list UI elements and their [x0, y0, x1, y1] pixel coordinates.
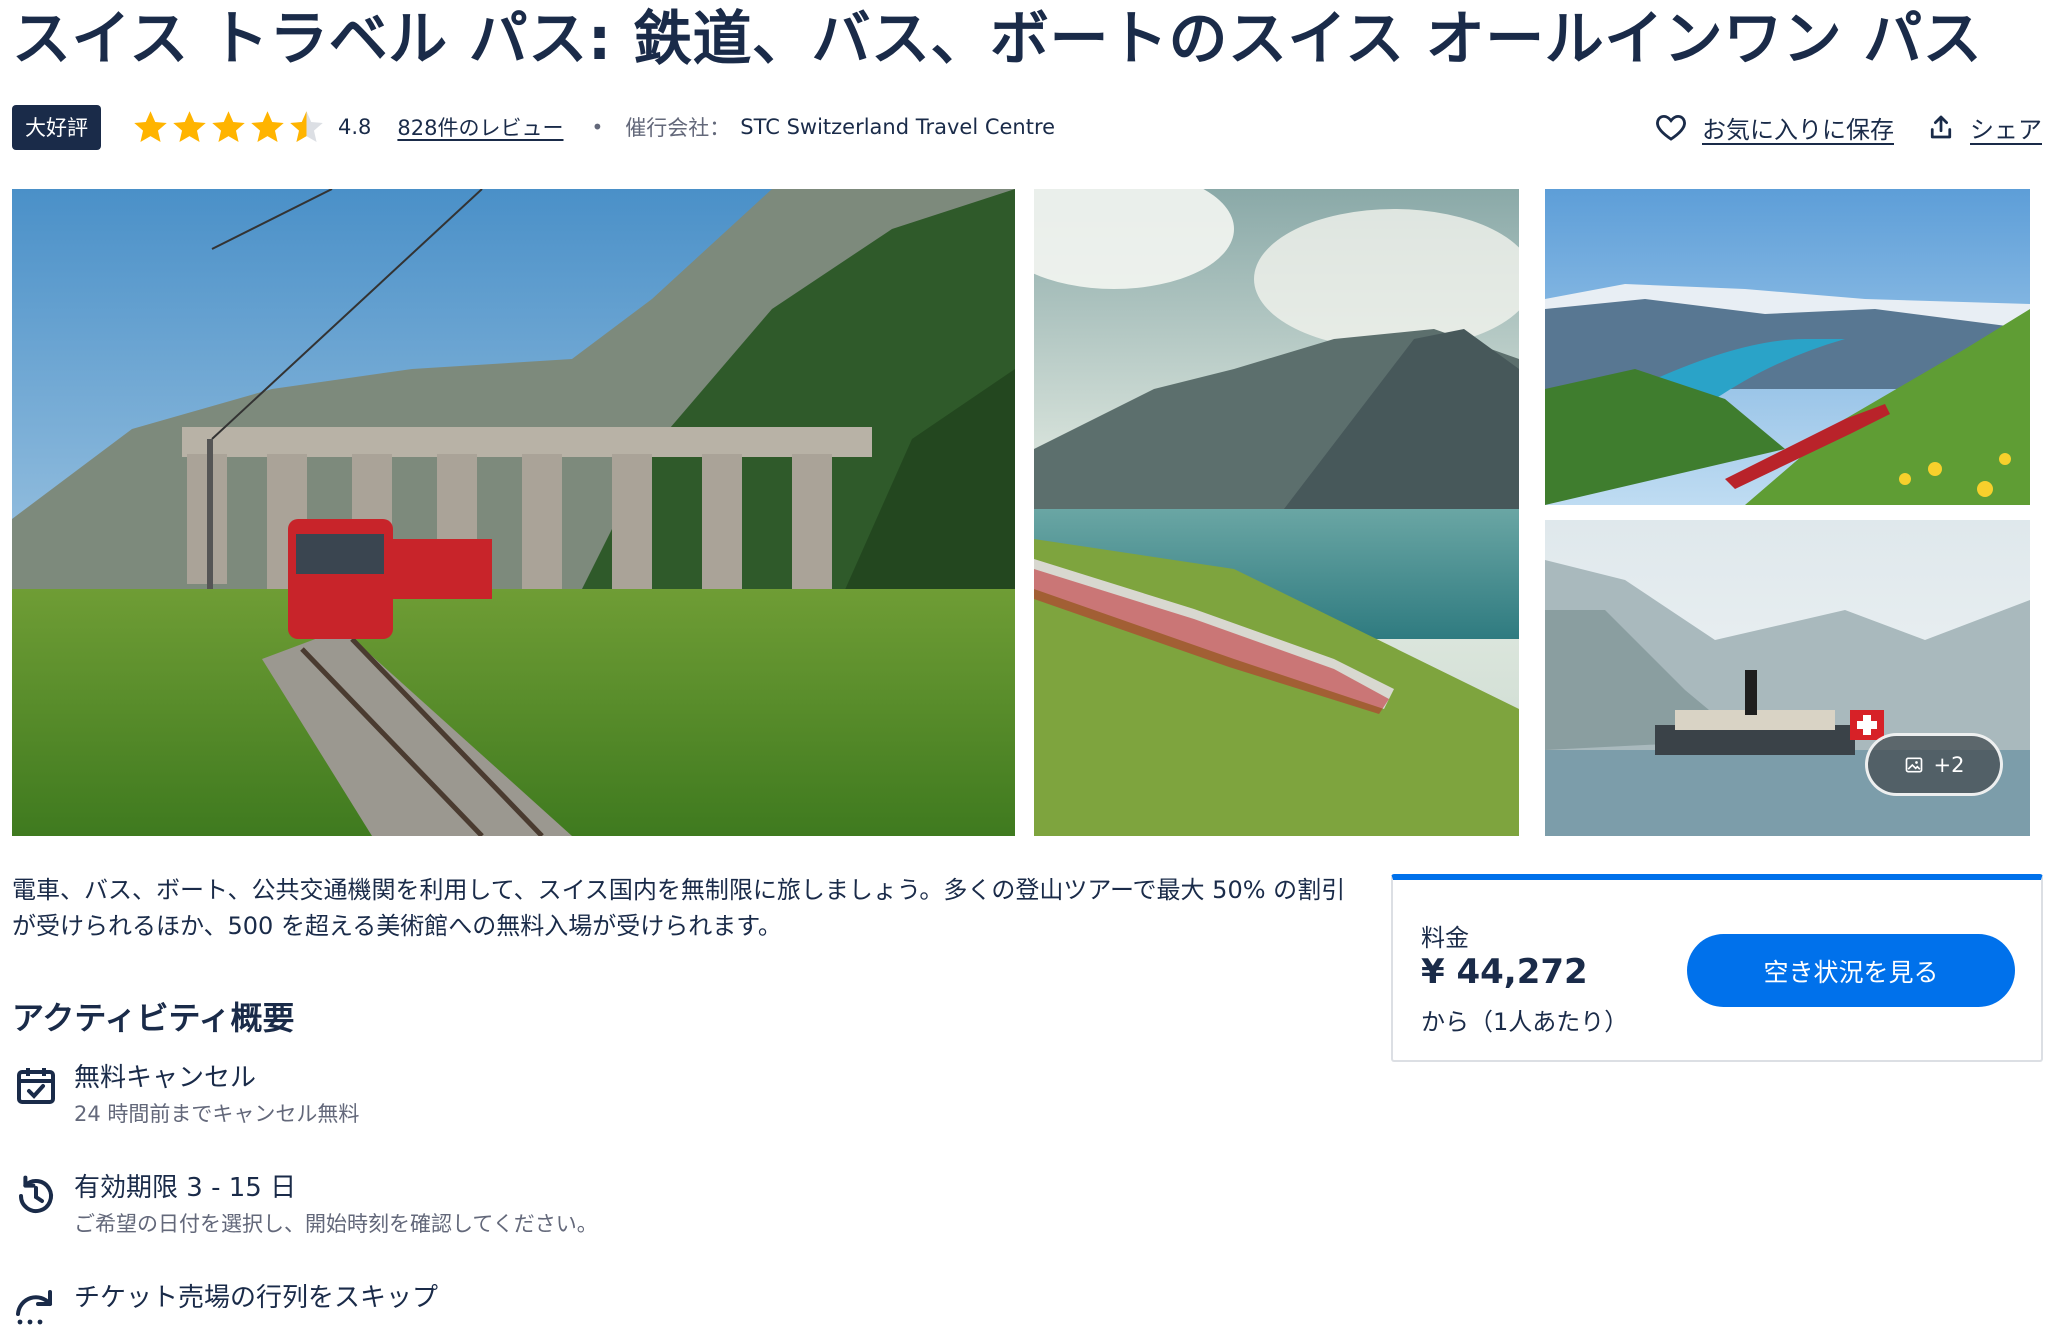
rating-stars	[131, 108, 326, 147]
price-per-person: から（1人あたり）	[1421, 1008, 1629, 1036]
popular-badge: 大好評	[12, 104, 101, 150]
feature-title: 有効期限 3 - 15 日	[74, 1173, 297, 1203]
meta-row: 大好評 4.8 828件のレビュー • 催行会社： STC Switzerlan…	[12, 104, 2042, 150]
feature-title: チケット売場の行列をスキップ	[74, 1283, 439, 1313]
heart-icon	[1656, 114, 1686, 141]
page-title: スイス トラベル パス: 鉄道、バス、ボートのスイス オールインワン パス	[12, 4, 1983, 73]
half-star-icon	[287, 108, 326, 147]
gallery-photo-train-viaduct[interactable]	[12, 189, 1015, 836]
price-card: 料金 ¥ 44,272 から（1人あたり） 空き状況を見る	[1391, 874, 2043, 1062]
more-photos-button[interactable]: +2	[1865, 733, 2003, 796]
gallery-photo-lake-train[interactable]	[1034, 189, 1519, 836]
star-icon	[131, 108, 170, 147]
share-button[interactable]: シェア	[1926, 110, 2042, 145]
feature-subtitle: 24 時間前までキャンセル無料	[74, 1102, 360, 1126]
save-to-wishlist-button[interactable]: お気に入りに保存	[1654, 110, 1894, 145]
operator-name: STC Switzerland Travel Centre	[740, 115, 1056, 139]
price-label: 料金	[1421, 924, 1469, 952]
star-icon	[248, 108, 287, 147]
separator-dot: •	[591, 115, 604, 139]
operator-label: 催行会社：	[625, 116, 731, 140]
skip-line-icon	[16, 1290, 52, 1325]
feature-subtitle: ご希望の日付を選択し、開始時刻を確認してください。	[74, 1212, 598, 1236]
share-icon	[1930, 115, 1952, 139]
image-icon	[1905, 757, 1922, 772]
activity-description: 電車、バス、ボート、公共交通機関を利用して、スイス国内を無制限に旅しましょう。多…	[12, 876, 1346, 940]
rating-value: 4.8	[338, 115, 372, 139]
calendar-check-icon	[17, 1068, 55, 1104]
overview-heading: アクティビティ概要	[12, 999, 295, 1037]
save-label: お気に入りに保存	[1702, 115, 1894, 144]
header-actions: お気に入りに保存 シェア	[1654, 110, 2042, 145]
star-icon	[209, 108, 248, 147]
check-availability-button[interactable]: 空き状況を見る	[1687, 934, 2015, 1007]
gallery-photo-mountain-railway[interactable]	[1545, 189, 2030, 505]
feature-validity: 有効期限 3 - 15 日 ご希望の日付を選択し、開始時刻を確認してください。	[12, 1170, 598, 1240]
reviews-link[interactable]: 828件のレビュー	[397, 112, 563, 142]
photo-gallery	[12, 189, 2030, 836]
share-label: シェア	[1970, 115, 2042, 144]
feature-free-cancellation: 無料キャンセル 24 時間前までキャンセル無料	[12, 1060, 359, 1130]
more-photos-count: +2	[1933, 752, 1965, 777]
feature-title: 無料キャンセル	[74, 1063, 257, 1093]
clock-history-icon	[19, 1175, 53, 1213]
price-value: ¥ 44,272	[1421, 952, 1588, 992]
feature-skip-line: チケット売場の行列をスキップ	[12, 1280, 438, 1329]
star-icon	[170, 108, 209, 147]
